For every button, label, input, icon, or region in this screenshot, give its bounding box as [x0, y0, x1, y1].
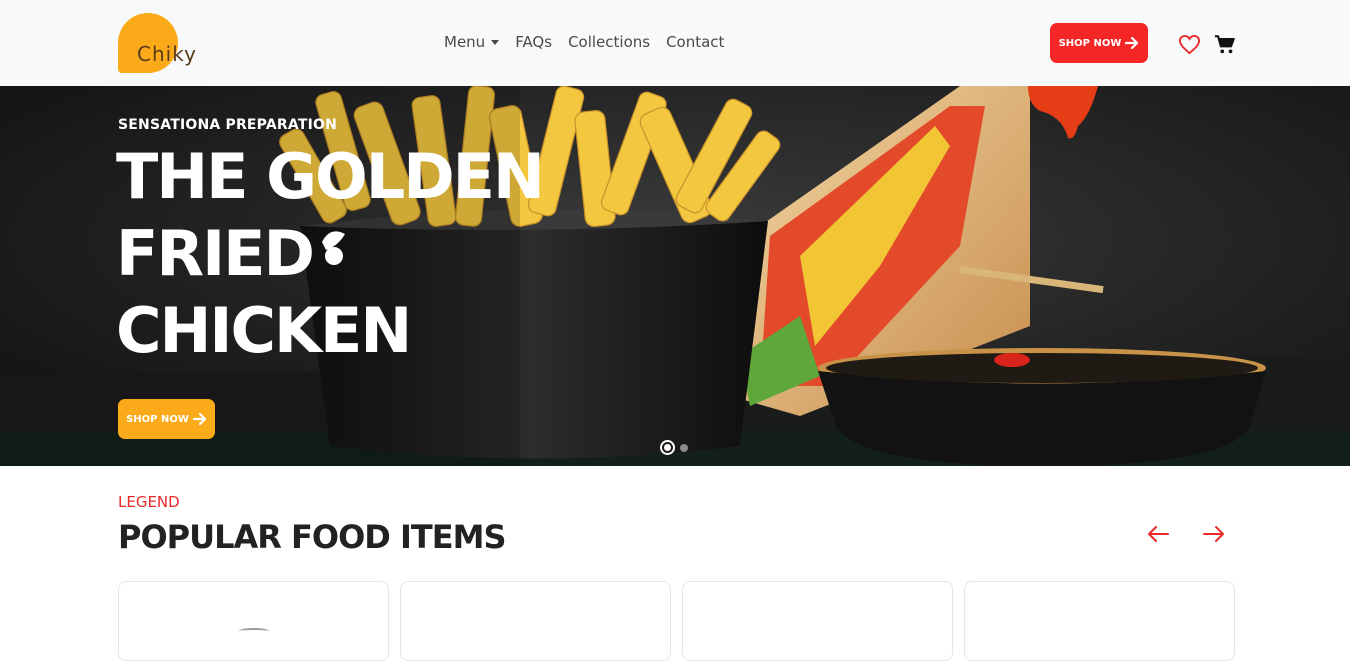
food-items-carousel: [118, 581, 1235, 661]
chevron-down-icon: [491, 39, 500, 45]
hero-shop-now-button[interactable]: SHOP NOW: [118, 399, 215, 439]
site-header: Chiky Menu FAQs Collections Contact SHOP…: [0, 0, 1350, 86]
nav-label-collections: Collections: [568, 33, 651, 51]
hero-headline: THE GOLDEN FRIED CHICKEN: [116, 138, 545, 369]
hero-headline-line-1: THE GOLDEN: [116, 140, 545, 213]
carousel-dot-2[interactable]: [680, 443, 688, 452]
heart-icon[interactable]: [1178, 34, 1201, 55]
hero-banner: SENSATIONA PREPARATION THE GOLDEN FRIED …: [0, 86, 1350, 466]
cart-icon[interactable]: [1214, 34, 1236, 55]
hero-eyebrow: SENSATIONA PREPARATION: [118, 117, 338, 133]
arrow-left-icon[interactable]: [1146, 524, 1170, 544]
food-item-card[interactable]: [400, 581, 671, 661]
carousel-indicators: [660, 440, 688, 455]
food-item-image: [239, 628, 269, 634]
food-item-card[interactable]: [118, 581, 389, 661]
food-item-card[interactable]: [964, 581, 1235, 661]
section-eyebrow: LEGEND: [118, 493, 180, 511]
header-shop-now-label: SHOP NOW: [1058, 37, 1122, 49]
nav-label-menu: Menu: [444, 33, 486, 51]
header-shop-now-button[interactable]: SHOP NOW: [1050, 23, 1148, 63]
nav-label-contact: Contact: [666, 33, 725, 51]
carousel-dot-1[interactable]: [660, 440, 675, 455]
nav-item-collections[interactable]: Collections: [568, 33, 650, 51]
brand-name: Chiky: [137, 42, 197, 66]
main-nav: Menu FAQs Collections Contact: [444, 33, 724, 51]
hero-shop-now-label: SHOP NOW: [126, 413, 189, 425]
arrow-right-icon: [192, 413, 206, 425]
nav-item-faqs[interactable]: FAQs: [515, 33, 552, 51]
section-title: POPULAR FOOD ITEMS: [118, 518, 506, 556]
nav-label-faqs: FAQs: [515, 33, 553, 51]
food-item-card[interactable]: [682, 581, 953, 661]
brand-logo[interactable]: Chiky: [118, 13, 198, 73]
nav-item-menu[interactable]: Menu: [444, 33, 500, 51]
arrow-right-icon: [1125, 37, 1139, 49]
hero-headline-line-3: CHICKEN: [116, 294, 412, 367]
hero-headline-line-2: FRIED: [116, 217, 315, 290]
arrow-right-icon[interactable]: [1202, 524, 1226, 544]
nav-item-contact[interactable]: Contact: [666, 33, 724, 51]
